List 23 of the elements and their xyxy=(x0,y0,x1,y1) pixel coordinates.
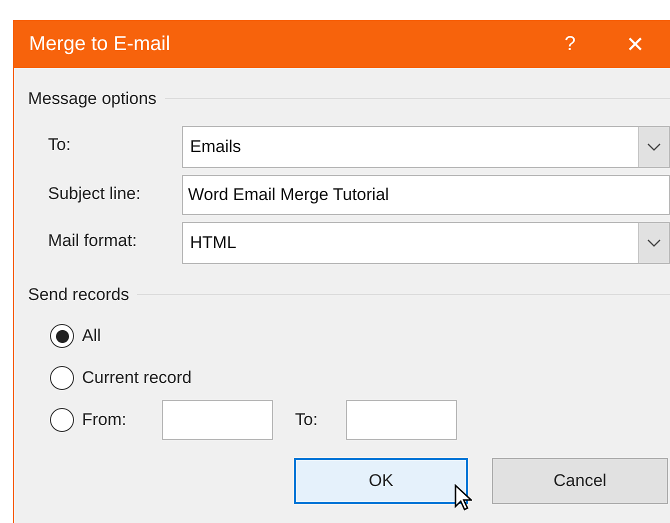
input-field[interactable] xyxy=(346,400,457,440)
radio-button[interactable] xyxy=(50,366,74,390)
dropdown[interactable]: Emails xyxy=(182,126,670,168)
cursor-icon xyxy=(454,484,472,511)
input-field[interactable] xyxy=(162,400,273,440)
field-label: Mail format: xyxy=(47,230,138,252)
dialog-button[interactable]: Cancel xyxy=(492,458,668,504)
window-title: Merge to E-mail xyxy=(29,32,172,57)
radio-label[interactable]: All xyxy=(82,323,101,349)
group-heading: Message options xyxy=(28,88,157,110)
radio-button[interactable] xyxy=(50,324,74,348)
dialog-button[interactable]: OK xyxy=(294,458,468,504)
dropdown[interactable]: HTML xyxy=(182,222,670,264)
field-label: Subject line: xyxy=(47,182,142,204)
field-label: To: xyxy=(47,134,72,156)
field-label: To: xyxy=(295,409,319,432)
chevron-down-icon xyxy=(647,238,661,246)
radio-label[interactable]: Current record xyxy=(82,365,192,391)
radio-label[interactable]: From: xyxy=(82,407,162,433)
radio-button[interactable] xyxy=(50,408,74,432)
group-heading: Send records xyxy=(28,284,130,306)
chevron-down-icon xyxy=(647,142,661,150)
input-field[interactable]: Word Email Merge Tutorial xyxy=(182,174,670,214)
